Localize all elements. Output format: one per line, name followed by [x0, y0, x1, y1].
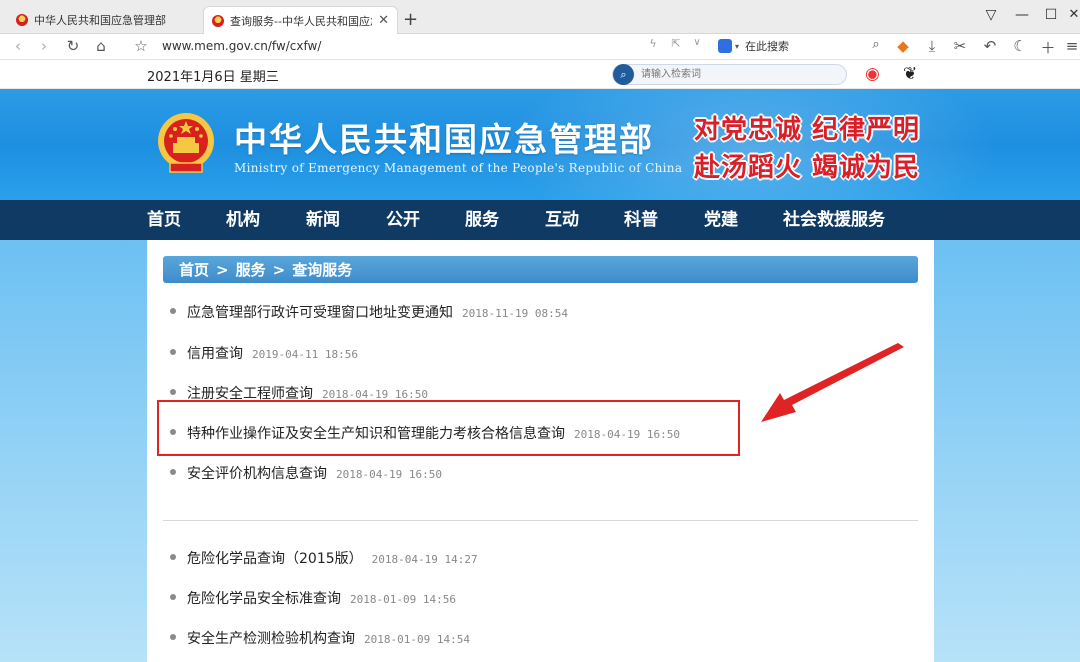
- main-nav: 首页 机构 新闻 公开 服务 互动 科普 党建 社会救援服务: [0, 200, 1080, 240]
- list-item[interactable]: 信用查询 2019-04-11 18:56: [170, 343, 358, 363]
- list-item-link[interactable]: 危险化学品查询（2015版）: [187, 548, 363, 568]
- list-item-time: 2018-11-19 08:54: [462, 307, 568, 320]
- site-favicon-icon: [16, 14, 28, 26]
- list-item-time: 2018-04-19 14:27: [371, 553, 478, 566]
- search-engine-icon: [718, 39, 732, 53]
- share-icon[interactable]: ⇱: [666, 37, 686, 50]
- back-icon[interactable]: ‹: [8, 37, 28, 55]
- nav-item-public[interactable]: 公开: [386, 200, 420, 240]
- new-tab-button[interactable]: +: [403, 9, 418, 30]
- list-divider: [163, 520, 918, 521]
- bullet-icon: [170, 554, 176, 560]
- weibo-icon[interactable]: ◉: [865, 64, 880, 84]
- list-item-link[interactable]: 安全生产检测检验机构查询: [187, 628, 355, 648]
- breadcrumb-current: 查询服务: [292, 261, 353, 279]
- site-favicon-icon: [212, 14, 224, 27]
- bullet-icon: [170, 594, 176, 600]
- list-item[interactable]: 安全评价机构信息查询 2018-04-19 16:50: [170, 463, 442, 483]
- nav-item-party[interactable]: 党建: [704, 200, 738, 240]
- site-title: 中华人民共和国应急管理部: [234, 120, 654, 159]
- browser-tab-bar: 中华人民共和国应急管理部 查询服务--中华人民共和国应急管理部 ✕ + ▽ — …: [0, 0, 1080, 34]
- scissors-icon[interactable]: ✂: [950, 37, 970, 55]
- search-engine-selector[interactable]: ▾ 在此搜索: [718, 38, 789, 54]
- browser-tab[interactable]: 中华人民共和国应急管理部: [8, 6, 198, 34]
- current-date: 2021年1月6日 星期三: [147, 70, 279, 85]
- list-item[interactable]: 应急管理部行政许可受理窗口地址变更通知 2018-11-19 08:54: [170, 302, 568, 322]
- tab-list-icon[interactable]: ▽: [981, 7, 1001, 23]
- forward-icon[interactable]: ›: [34, 37, 54, 55]
- chevron-down-icon: ▾: [735, 41, 740, 51]
- site-subtitle: Ministry of Emergency Management of the …: [234, 161, 683, 175]
- tab-title: 查询服务--中华人民共和国应急管理部: [230, 14, 372, 28]
- browser-tab-active[interactable]: 查询服务--中华人民共和国应急管理部 ✕: [203, 6, 398, 34]
- nav-item-rescue-service[interactable]: 社会救援服务: [783, 200, 885, 240]
- bullet-icon: [170, 469, 176, 475]
- site-search-input[interactable]: [641, 67, 831, 82]
- highlight-box: [157, 400, 740, 456]
- site-search-box: ⌕: [612, 64, 847, 85]
- search-icon[interactable]: ⌕: [613, 64, 634, 85]
- site-top-strip: 2021年1月6日 星期三 ⌕: [0, 60, 1080, 89]
- slogan-line-1: 对党忠诚 纪律严明: [694, 115, 921, 145]
- bullet-icon: [170, 634, 176, 640]
- breadcrumb-separator: >: [272, 260, 286, 279]
- list-item-link[interactable]: 危险化学品安全标准查询: [187, 588, 341, 608]
- night-mode-icon[interactable]: ☾: [1010, 37, 1030, 55]
- nav-item-interaction[interactable]: 互动: [545, 200, 579, 240]
- bullet-icon: [170, 349, 176, 355]
- breadcrumb-section[interactable]: 服务: [236, 259, 266, 280]
- site-banner: 中华人民共和国应急管理部 Ministry of Emergency Manag…: [0, 89, 1080, 200]
- bullet-icon: [170, 389, 176, 395]
- lightning-icon[interactable]: ϟ: [643, 37, 663, 50]
- nav-item-organization[interactable]: 机构: [226, 200, 260, 240]
- game-icon[interactable]: ◆: [893, 37, 913, 55]
- list-item-link[interactable]: 应急管理部行政许可受理窗口地址变更通知: [187, 302, 453, 322]
- maximize-button[interactable]: ☐: [1041, 7, 1061, 23]
- nav-item-science[interactable]: 科普: [624, 200, 658, 240]
- nav-item-news[interactable]: 新闻: [306, 200, 340, 240]
- tab-title: 中华人民共和国应急管理部: [34, 14, 166, 27]
- browser-toolbar: ‹ › ↻ ⌂ ☆ www.mem.gov.cn/fw/cxfw/ ϟ ⇱ ∨ …: [0, 34, 1080, 60]
- add-icon[interactable]: ＋: [1038, 37, 1058, 58]
- bullet-icon: [170, 308, 176, 314]
- list-item[interactable]: 危险化学品查询（2015版） 2018-04-19 14:27: [170, 548, 478, 568]
- list-item-time: 2018-04-19 16:50: [336, 468, 442, 481]
- search-icon[interactable]: ⌕: [866, 37, 886, 52]
- chevron-down-icon[interactable]: ∨: [687, 37, 707, 48]
- nav-item-home[interactable]: 首页: [147, 200, 181, 240]
- download-icon[interactable]: ⤓: [922, 37, 942, 55]
- list-item-time: 2019-04-11 18:56: [252, 348, 358, 361]
- list-item-link[interactable]: 信用查询: [187, 343, 243, 363]
- search-engine-label: 在此搜索: [745, 40, 790, 53]
- minimize-button[interactable]: —: [1012, 7, 1032, 23]
- breadcrumb: 首页 > 服务 > 查询服务: [163, 256, 918, 283]
- slogan-line-2: 赴汤蹈火 竭诚为民: [694, 153, 921, 183]
- breadcrumb-separator: >: [216, 260, 229, 279]
- wechat-icon[interactable]: ❦: [903, 64, 917, 84]
- list-item-time: 2018-01-09 14:54: [364, 633, 470, 646]
- list-item-link[interactable]: 安全评价机构信息查询: [187, 463, 327, 483]
- address-bar[interactable]: www.mem.gov.cn/fw/cxfw/: [162, 39, 321, 53]
- national-emblem-icon: [158, 113, 214, 173]
- reload-icon[interactable]: ↻: [63, 37, 83, 55]
- home-icon[interactable]: ⌂: [91, 37, 111, 55]
- undo-icon[interactable]: ↶: [980, 37, 1000, 55]
- star-icon[interactable]: ☆: [131, 37, 151, 55]
- list-item[interactable]: 安全生产检测检验机构查询 2018-01-09 14:54: [170, 628, 470, 648]
- list-item-time: 2018-01-09 14:56: [350, 593, 456, 606]
- nav-item-service[interactable]: 服务: [465, 200, 499, 240]
- tab-close-icon[interactable]: ✕: [378, 13, 389, 28]
- window-close-button[interactable]: ✕: [1064, 7, 1080, 22]
- list-item[interactable]: 危险化学品安全标准查询 2018-01-09 14:56: [170, 588, 456, 608]
- breadcrumb-home[interactable]: 首页: [179, 259, 209, 280]
- menu-icon[interactable]: ≡: [1062, 37, 1080, 55]
